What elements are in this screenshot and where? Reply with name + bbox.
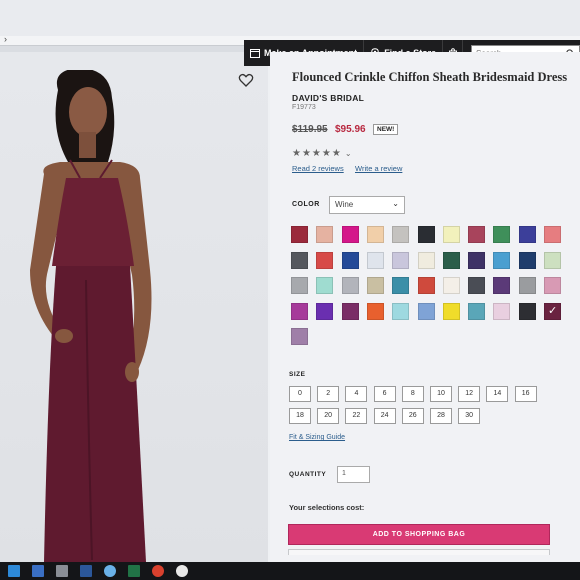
size-option-28[interactable]: 28 <box>430 408 452 424</box>
color-swatch[interactable] <box>366 277 384 294</box>
color-swatch[interactable] <box>442 226 460 243</box>
color-swatch[interactable] <box>544 277 561 294</box>
write-review-link[interactable]: Write a review <box>355 164 402 173</box>
browser-toolbar <box>0 0 580 36</box>
color-swatch[interactable] <box>518 302 536 320</box>
new-badge: NEW! <box>373 124 399 135</box>
size-option-16[interactable]: 16 <box>514 386 537 402</box>
color-swatch[interactable] <box>316 277 334 294</box>
size-option-24[interactable]: 24 <box>373 408 396 424</box>
product-sku: F19773 <box>292 104 316 111</box>
color-swatch[interactable] <box>291 328 308 345</box>
color-swatch[interactable] <box>316 251 334 269</box>
read-reviews-link[interactable]: Read 2 reviews <box>292 164 344 173</box>
size-option-6[interactable]: 6 <box>373 386 396 402</box>
color-swatch[interactable] <box>341 251 359 269</box>
size-option-4[interactable]: 4 <box>345 386 368 402</box>
size-option-8[interactable]: 8 <box>401 386 424 402</box>
color-swatch[interactable] <box>442 277 460 294</box>
color-swatch[interactable] <box>291 302 308 320</box>
secondary-panel-edge <box>288 549 550 555</box>
quantity-input[interactable]: 1 <box>337 466 370 483</box>
color-swatch[interactable] <box>518 226 536 243</box>
size-option-18[interactable]: 18 <box>289 408 311 424</box>
color-swatch[interactable] <box>544 226 561 243</box>
size-option-30[interactable]: 30 <box>458 408 481 424</box>
color-swatch[interactable] <box>417 226 435 243</box>
color-swatch[interactable] <box>316 226 334 243</box>
color-swatch[interactable] <box>544 251 561 269</box>
color-swatch[interactable] <box>417 277 435 294</box>
size-option-14[interactable]: 14 <box>486 386 509 402</box>
color-swatch[interactable] <box>468 277 486 294</box>
edge-icon[interactable] <box>104 565 116 577</box>
size-option-20[interactable]: 20 <box>317 408 340 424</box>
heart-icon[interactable] <box>238 72 254 88</box>
size-option-22[interactable]: 22 <box>345 408 368 424</box>
word-icon[interactable] <box>80 565 92 577</box>
product-title: Flounced Crinkle Chiffon Sheath Bridesma… <box>292 70 568 84</box>
caret-icon: › <box>4 34 7 44</box>
color-swatch[interactable] <box>392 302 410 320</box>
excel-icon[interactable] <box>128 565 140 577</box>
mail-icon[interactable] <box>32 565 44 577</box>
chevron-down-icon: ⌄ <box>344 149 353 158</box>
size-option-26[interactable]: 26 <box>401 408 424 424</box>
color-swatch[interactable] <box>493 226 511 243</box>
color-swatch[interactable] <box>518 251 536 269</box>
color-swatch[interactable] <box>442 251 460 269</box>
color-swatch[interactable] <box>291 226 308 243</box>
color-swatch[interactable] <box>468 226 486 243</box>
color-swatch[interactable] <box>341 302 359 320</box>
size-option-0[interactable]: 0 <box>289 386 311 402</box>
file-explorer-icon[interactable] <box>8 565 20 577</box>
color-swatch[interactable] <box>366 302 384 320</box>
rating-stars[interactable]: ★★★★★ ⌄ <box>292 148 353 159</box>
color-swatch[interactable] <box>544 302 561 320</box>
files-icon[interactable] <box>56 565 68 577</box>
size-option-12[interactable]: 12 <box>458 386 481 402</box>
color-swatch[interactable] <box>392 277 410 294</box>
color-swatch[interactable] <box>493 251 511 269</box>
color-swatch[interactable] <box>493 277 511 294</box>
original-price: $119.95 <box>292 124 328 135</box>
chevron-down-icon: ⌄ <box>392 199 399 208</box>
color-swatch[interactable] <box>392 226 410 243</box>
color-swatch[interactable] <box>291 277 308 294</box>
settings-icon[interactable] <box>176 565 188 577</box>
star-icons: ★★★★★ <box>292 148 342 159</box>
product-model-image <box>30 70 152 562</box>
size-option-10[interactable]: 10 <box>430 386 452 402</box>
color-swatch[interactable] <box>442 302 460 320</box>
chrome-icon[interactable] <box>152 565 164 577</box>
size-option-2[interactable]: 2 <box>317 386 340 402</box>
color-swatch[interactable] <box>417 302 435 320</box>
color-select-value: Wine <box>335 200 354 209</box>
product-brand: DAVID'S BRIDAL <box>292 93 365 103</box>
color-swatch[interactable] <box>341 226 359 243</box>
sale-price: $95.96 <box>335 124 366 135</box>
add-to-shopping-bag-button[interactable]: ADD TO SHOPPING BAG <box>288 524 550 545</box>
size-label: SIZE <box>289 371 306 378</box>
color-swatch[interactable] <box>392 251 410 269</box>
color-swatch[interactable] <box>316 302 334 320</box>
color-swatch[interactable] <box>291 251 308 269</box>
color-swatch[interactable] <box>468 302 486 320</box>
color-swatch[interactable] <box>341 277 359 294</box>
color-swatch[interactable] <box>417 251 435 269</box>
os-taskbar <box>0 562 580 580</box>
color-swatch[interactable] <box>493 302 511 320</box>
quantity-label: QUANTITY <box>289 471 327 478</box>
selections-cost-label: Your selections cost: <box>289 503 365 512</box>
color-swatch[interactable] <box>366 251 384 269</box>
color-swatch[interactable] <box>468 251 486 269</box>
color-label: COLOR <box>292 201 320 208</box>
fit-sizing-guide-link[interactable]: Fit & Sizing Guide <box>289 434 345 441</box>
calendar-icon <box>250 49 260 58</box>
color-swatch[interactable] <box>366 226 384 243</box>
color-select[interactable]: Wine ⌄ <box>329 196 405 214</box>
color-swatch[interactable] <box>518 277 536 294</box>
